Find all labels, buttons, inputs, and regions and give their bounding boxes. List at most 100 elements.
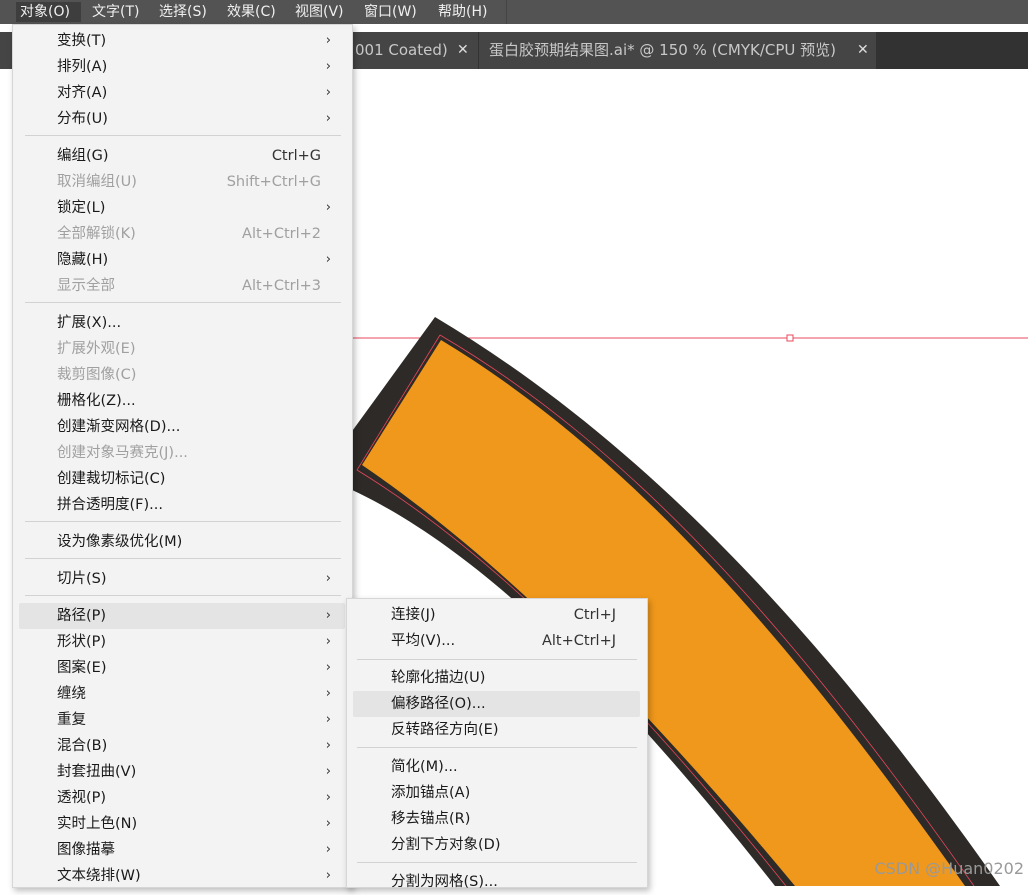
menu-item-26[interactable]: 封套扭曲(V) ›	[19, 759, 345, 785]
menu-item-19[interactable]: 切片(S) ›	[19, 566, 345, 592]
menu-item-label: 创建对象马赛克(J)...	[57, 445, 188, 461]
menu-type[interactable]: 文字(T)	[92, 2, 139, 22]
menu-item-label: 混合(B)	[57, 738, 108, 754]
menu-item-label: 设为像素级优化(M)	[57, 534, 183, 550]
menu-item-shortcut: Ctrl+G	[271, 148, 321, 164]
menu-item-22[interactable]: 图案(E) ›	[19, 655, 345, 681]
menu-item-label: 分割下方对象(D)	[391, 837, 501, 853]
menu-item-8[interactable]: 隐藏(H) ›	[19, 247, 345, 273]
chevron-right-icon: ›	[325, 660, 331, 675]
menu-item-label: 偏移路径(O)...	[391, 696, 486, 712]
menu-item-shortcut: Alt+Ctrl+J	[541, 633, 616, 649]
object-dropdown-menu: 变换(T) › 排列(A) › 对齐(A) › 分布(U) › 编组(G) Ctrl+G 取消编组(…	[12, 24, 353, 888]
chevron-right-icon: ›	[325, 33, 331, 48]
menu-item-label: 扩展外观(E)	[57, 341, 136, 357]
menu-item-2[interactable]: 对齐(A) ›	[19, 80, 345, 106]
chevron-right-icon: ›	[325, 842, 331, 857]
path-submenu: 连接(J) Ctrl+J 平均(V)... Alt+Ctrl+J 轮廓化描边(U) 偏移路…	[346, 598, 648, 890]
menu-item-label: 显示全部	[57, 278, 115, 294]
path-menu-item-6[interactable]: 添加锚点(A)	[353, 780, 640, 806]
chevron-right-icon: ›	[325, 571, 331, 586]
menu-window[interactable]: 窗口(W)	[364, 2, 417, 22]
menu-item-label: 透视(P)	[57, 790, 107, 806]
menu-item-label: 切片(S)	[57, 571, 107, 587]
path-menu-item-2[interactable]: 轮廓化描边(U)	[353, 665, 640, 691]
chevron-right-icon: ›	[325, 738, 331, 753]
menu-item-25[interactable]: 混合(B) ›	[19, 733, 345, 759]
menu-item-label: 栅格化(Z)...	[57, 393, 136, 409]
menu-item-label: 添加锚点(A)	[391, 785, 471, 801]
menu-item-29[interactable]: 图像描摹 ›	[19, 837, 345, 863]
menu-item-10[interactable]: 扩展(X)...	[19, 310, 345, 336]
menu-item-label: 取消编组(U)	[57, 174, 137, 190]
menu-item-28[interactable]: 实时上色(N) ›	[19, 811, 345, 837]
menu-item-label: 移去锚点(R)	[391, 811, 471, 827]
menu-item-1[interactable]: 排列(A) ›	[19, 54, 345, 80]
close-icon[interactable]: ✕	[457, 32, 469, 69]
tab-title: 001 Coated)	[355, 41, 448, 59]
tab-title: 蛋白胶预期结果图.ai* @ 150 % (CMYK/CPU 预览)	[489, 41, 837, 59]
menu-item-20[interactable]: 路径(P) ›	[19, 603, 345, 629]
menu-item-18[interactable]: 设为像素级优化(M)	[19, 529, 345, 555]
chevron-right-icon: ›	[325, 712, 331, 727]
path-menu-item-1[interactable]: 平均(V)... Alt+Ctrl+J	[353, 628, 640, 654]
menu-item-label: 实时上色(N)	[57, 816, 138, 832]
menu-item-label: 拼合透明度(F)...	[57, 497, 163, 513]
menu-item-13[interactable]: 栅格化(Z)...	[19, 388, 345, 414]
menu-item-27[interactable]: 透视(P) ›	[19, 785, 345, 811]
menu-item-label: 扩展(X)...	[57, 315, 122, 331]
menu-item-4[interactable]: 编组(G) Ctrl+G	[19, 143, 345, 169]
menu-separator	[25, 302, 341, 303]
menu-bar: 对象(O) 文字(T) 选择(S) 效果(C) 视图(V) 窗口(W) 帮助(H…	[0, 0, 1028, 24]
anchor-point[interactable]	[786, 334, 794, 342]
tab-document-2[interactable]: 蛋白胶预期结果图.ai* @ 150 % (CMYK/CPU 预览) ✕	[479, 32, 876, 69]
menu-item-30[interactable]: 文本绕排(W) ›	[19, 863, 345, 889]
path-menu-item-7[interactable]: 移去锚点(R)	[353, 806, 640, 832]
menu-item-label: 隐藏(H)	[57, 252, 109, 268]
menu-item-23[interactable]: 缠绕 ›	[19, 681, 345, 707]
chevron-right-icon: ›	[325, 111, 331, 126]
menu-separator	[357, 862, 637, 863]
menu-item-label: 文本绕排(W)	[57, 868, 141, 884]
chevron-right-icon: ›	[325, 200, 331, 215]
path-menu-item-5[interactable]: 简化(M)...	[353, 754, 640, 780]
menu-item-label: 轮廓化描边(U)	[391, 670, 486, 686]
menu-item-label: 编组(G)	[57, 148, 109, 164]
menu-item-5: 取消编组(U) Shift+Ctrl+G	[19, 169, 345, 195]
menu-item-9: 显示全部 Alt+Ctrl+3	[19, 273, 345, 299]
menu-item-label: 锁定(L)	[57, 200, 106, 216]
menu-view[interactable]: 视图(V)	[295, 2, 344, 22]
menu-item-label: 封套扭曲(V)	[57, 764, 137, 780]
chevron-right-icon: ›	[325, 686, 331, 701]
menu-help[interactable]: 帮助(H)	[438, 2, 487, 22]
menu-item-15: 创建对象马赛克(J)...	[19, 440, 345, 466]
menu-item-6[interactable]: 锁定(L) ›	[19, 195, 345, 221]
menu-item-14[interactable]: 创建渐变网格(D)...	[19, 414, 345, 440]
menu-item-label: 形状(P)	[57, 634, 107, 650]
menu-item-label: 简化(M)...	[391, 759, 458, 775]
menu-item-24[interactable]: 重复 ›	[19, 707, 345, 733]
menu-item-label: 路径(P)	[57, 608, 107, 624]
menu-item-21[interactable]: 形状(P) ›	[19, 629, 345, 655]
menu-object[interactable]: 对象(O)	[16, 2, 81, 22]
path-menu-item-3[interactable]: 偏移路径(O)...	[353, 691, 640, 717]
menu-item-3[interactable]: 分布(U) ›	[19, 106, 345, 132]
path-menu-item-4[interactable]: 反转路径方向(E)	[353, 717, 640, 743]
close-icon[interactable]: ✕	[857, 32, 869, 69]
menu-separator	[25, 558, 341, 559]
path-menu-item-8[interactable]: 分割下方对象(D)	[353, 832, 640, 858]
chevron-right-icon: ›	[325, 85, 331, 100]
menu-item-label: 变换(T)	[57, 33, 107, 49]
menu-select[interactable]: 选择(S)	[159, 2, 207, 22]
menu-item-label: 对齐(A)	[57, 85, 108, 101]
menu-separator	[357, 659, 637, 660]
menu-item-shortcut: Ctrl+J	[573, 607, 616, 623]
menu-effect[interactable]: 效果(C)	[227, 2, 276, 22]
path-menu-item-9[interactable]: 分割为网格(S)...	[353, 869, 640, 895]
path-menu-item-0[interactable]: 连接(J) Ctrl+J	[353, 602, 640, 628]
menu-item-0[interactable]: 变换(T) ›	[19, 28, 345, 54]
menu-separator	[357, 747, 637, 748]
menu-item-17[interactable]: 拼合透明度(F)...	[19, 492, 345, 518]
menu-item-label: 平均(V)...	[391, 633, 456, 649]
menu-item-16[interactable]: 创建裁切标记(C)	[19, 466, 345, 492]
